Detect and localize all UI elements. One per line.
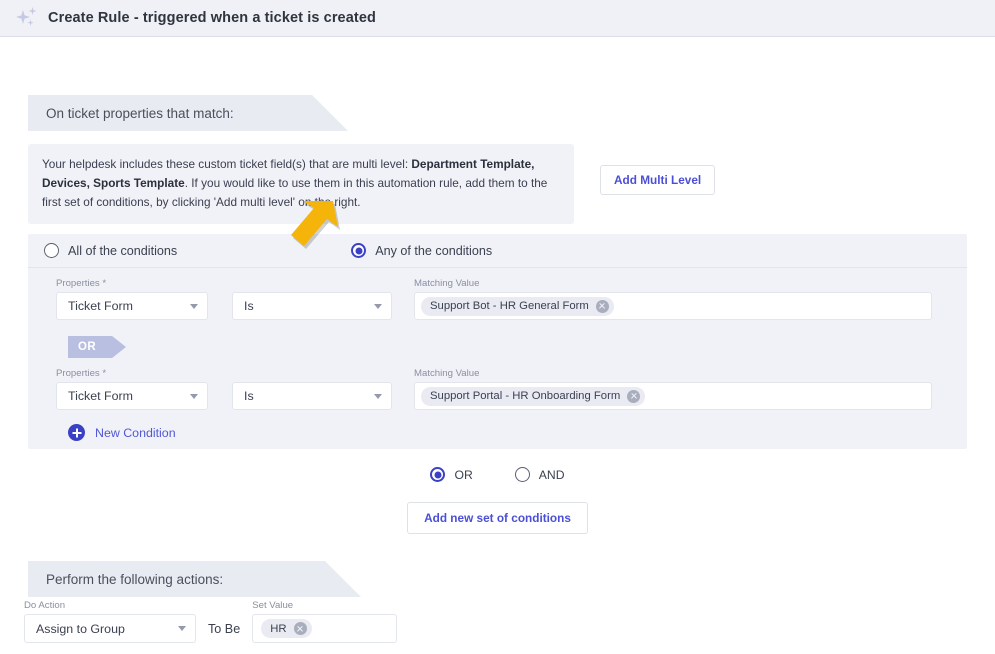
property-select-2-value: Ticket Form bbox=[68, 389, 133, 403]
set-value-chip-text: HR bbox=[270, 622, 287, 635]
operator-select-1[interactable]: Is bbox=[232, 292, 392, 320]
chevron-down-icon bbox=[374, 393, 382, 399]
to-be-label: To Be bbox=[208, 622, 241, 636]
radio-all-conditions-input[interactable] bbox=[44, 243, 59, 258]
do-action-select-value: Assign to Group bbox=[36, 621, 125, 636]
radio-all-conditions[interactable]: All of the conditions bbox=[44, 243, 177, 258]
radio-set-or[interactable]: OR bbox=[430, 467, 473, 482]
matching-value-field-1[interactable]: Support Bot - HR General Form bbox=[414, 292, 932, 320]
sparkle-icon bbox=[12, 5, 42, 31]
condition-row-1: Properties * Ticket Form Is Matching Val… bbox=[56, 278, 950, 320]
set-value-label: Set Value bbox=[252, 600, 294, 611]
radio-set-and[interactable]: AND bbox=[514, 467, 565, 482]
or-joiner-badge: OR bbox=[68, 336, 126, 358]
operator-select-1-value: Is bbox=[244, 299, 254, 313]
operator-select-2[interactable]: Is bbox=[232, 382, 392, 410]
properties-label-1: Properties * bbox=[56, 278, 107, 289]
info-text-part1: Your helpdesk includes these custom tick… bbox=[42, 157, 412, 171]
chevron-down-icon bbox=[190, 303, 198, 309]
add-multi-level-button[interactable]: Add Multi Level bbox=[600, 165, 716, 195]
set-value-field[interactable]: HR bbox=[252, 614, 398, 643]
new-condition-label: New Condition bbox=[95, 425, 176, 440]
radio-any-conditions-label: Any of the conditions bbox=[375, 243, 493, 258]
radio-set-and-input[interactable] bbox=[514, 467, 530, 482]
radio-any-conditions[interactable]: Any of the conditions bbox=[351, 243, 492, 258]
radio-set-or-label: OR bbox=[454, 467, 473, 482]
match-mode-row: All of the conditions Any of the conditi… bbox=[28, 234, 967, 268]
conditions-panel: All of the conditions Any of the conditi… bbox=[28, 234, 967, 449]
chevron-down-icon bbox=[190, 393, 198, 399]
property-select-1-value: Ticket Form bbox=[68, 299, 133, 313]
properties-label-2: Properties * bbox=[56, 368, 107, 379]
page-title: Create Rule - triggered when a ticket is… bbox=[48, 10, 376, 26]
radio-all-conditions-label: All of the conditions bbox=[68, 243, 178, 258]
remove-chip-icon[interactable] bbox=[293, 622, 307, 635]
condition-row-2: Properties * Ticket Form Is Matching Val… bbox=[56, 368, 950, 410]
new-condition-link[interactable]: New Condition bbox=[68, 424, 176, 441]
property-select-1[interactable]: Ticket Form bbox=[56, 292, 208, 320]
multi-level-info-box: Your helpdesk includes these custom tick… bbox=[28, 144, 574, 225]
chevron-down-icon bbox=[178, 626, 186, 631]
action-row: Do Action Assign to Group To Be Set Valu… bbox=[24, 600, 398, 643]
do-action-select[interactable]: Assign to Group bbox=[24, 614, 196, 643]
conditions-banner-label: On ticket properties that match: bbox=[46, 105, 234, 121]
operator-select-2-value: Is bbox=[244, 389, 254, 403]
actions-banner-label: Perform the following actions: bbox=[46, 571, 224, 587]
add-new-set-of-conditions-button[interactable]: Add new set of conditions bbox=[407, 502, 588, 534]
matching-value-label-1: Matching Value bbox=[414, 278, 480, 289]
actions-banner: Perform the following actions: bbox=[28, 561, 361, 597]
matching-value-chip-1-text: Support Bot - HR General Form bbox=[430, 300, 589, 312]
do-action-label: Do Action bbox=[24, 600, 66, 611]
plus-circle-icon bbox=[68, 424, 85, 441]
property-select-2[interactable]: Ticket Form bbox=[56, 382, 208, 410]
remove-chip-icon[interactable] bbox=[595, 299, 609, 313]
window-header: Create Rule - triggered when a ticket is… bbox=[0, 0, 995, 37]
matching-value-chip-2: Support Portal - HR Onboarding Form bbox=[421, 386, 646, 406]
matching-value-chip-2-text: Support Portal - HR Onboarding Form bbox=[430, 390, 621, 402]
radio-set-or-input[interactable] bbox=[430, 467, 446, 482]
matching-value-field-2[interactable]: Support Portal - HR Onboarding Form bbox=[414, 382, 932, 410]
set-joiner-row: OR AND bbox=[0, 467, 995, 482]
radio-any-conditions-input[interactable] bbox=[351, 243, 367, 258]
or-joiner-badge-label: OR bbox=[78, 341, 97, 353]
conditions-banner: On ticket properties that match: bbox=[28, 95, 348, 131]
matching-value-chip-1: Support Bot - HR General Form bbox=[421, 296, 614, 316]
chevron-down-icon bbox=[374, 303, 382, 309]
matching-value-label-2: Matching Value bbox=[414, 368, 480, 379]
set-value-chip: HR bbox=[261, 619, 312, 638]
radio-set-and-label: AND bbox=[538, 467, 565, 482]
remove-chip-icon[interactable] bbox=[627, 389, 641, 403]
